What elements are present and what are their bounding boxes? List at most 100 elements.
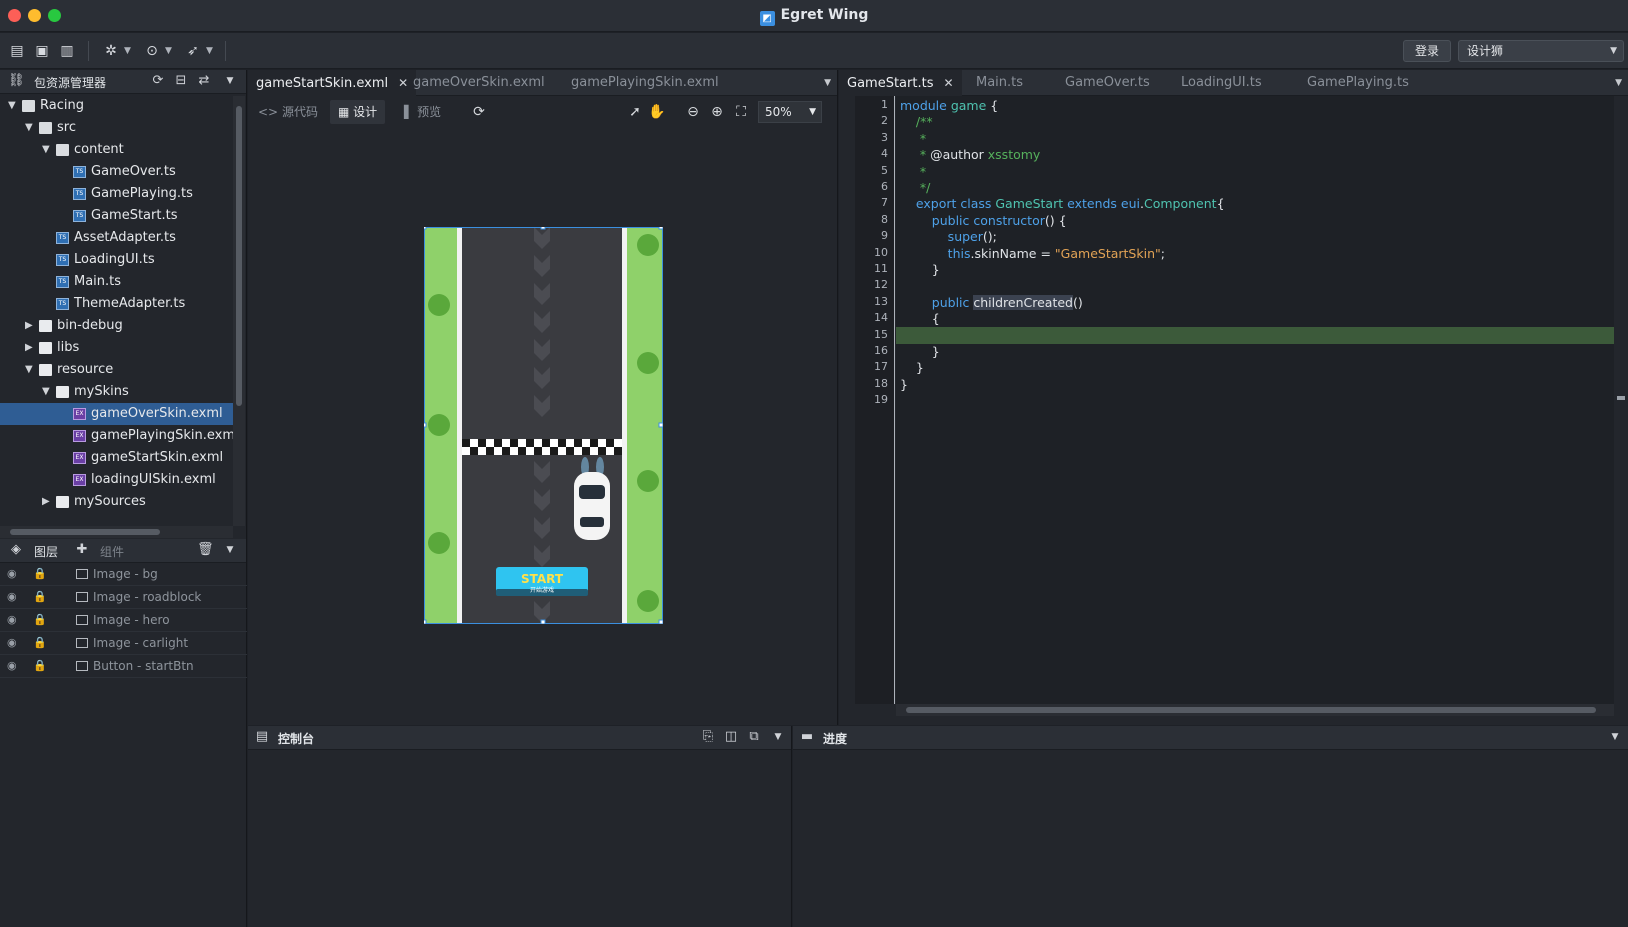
zoom-in-icon[interactable]: ⊕: [708, 103, 726, 121]
expand-arrow-icon[interactable]: ▼: [8, 96, 20, 117]
login-button[interactable]: 登录: [1403, 40, 1451, 62]
visibility-eye-icon[interactable]: ◉: [7, 655, 17, 677]
collapse-arrow-icon[interactable]: ▶: [25, 315, 37, 337]
publish-dropdown-caret[interactable]: ▼: [206, 42, 213, 60]
panel-menu-caret[interactable]: ▼: [222, 73, 238, 89]
publish-icon[interactable]: ➶: [184, 42, 202, 60]
tree-item[interactable]: EX gamePlayingSkin.exml: [0, 425, 233, 447]
layer-item[interactable]: ◉ 🔒 Button - startBtn: [0, 655, 247, 678]
clear-console-icon[interactable]: ⎘: [700, 729, 716, 745]
tree-item[interactable]: EX gameStartSkin.exml: [0, 447, 233, 469]
save-all-icon[interactable]: ▥: [58, 42, 76, 60]
lock-icon[interactable]: 🔒: [33, 655, 47, 677]
visibility-eye-icon[interactable]: ◉: [7, 632, 17, 654]
code-text[interactable]: module game { /** * * @author xsstomy * …: [896, 96, 1614, 704]
tab-list-caret[interactable]: ▼: [1615, 70, 1622, 96]
trash-icon[interactable]: 🗑: [197, 542, 214, 558]
tree-vertical-scrollbar[interactable]: [233, 96, 245, 526]
refresh-icon[interactable]: ⟳: [150, 73, 166, 89]
panel-menu-caret[interactable]: ▼: [222, 542, 238, 558]
code-vertical-scrollbar[interactable]: [1614, 96, 1628, 704]
expand-arrow-icon[interactable]: ▼: [25, 117, 37, 139]
scrollbar-thumb[interactable]: [236, 106, 242, 406]
expand-arrow-icon[interactable]: ▼: [25, 359, 37, 381]
link-editor-icon[interactable]: ⇄: [196, 73, 212, 89]
hand-pan-icon[interactable]: ✋: [648, 103, 666, 121]
collapse-arrow-icon[interactable]: ▶: [25, 337, 37, 359]
tab-main-ts[interactable]: Main.ts: [968, 70, 1031, 96]
profile-select[interactable]: 设计狮 ▼: [1458, 40, 1624, 62]
run-icon[interactable]: ⊙: [143, 42, 161, 60]
collapse-all-icon[interactable]: ⊟: [173, 73, 189, 89]
tree-item[interactable]: ▼ src: [0, 117, 233, 139]
select-pointer-icon[interactable]: ➚: [626, 103, 644, 121]
tab-gameplayingskin[interactable]: gamePlayingSkin.exml: [563, 70, 727, 96]
design-mode-button[interactable]: ▦ 设计: [330, 100, 386, 124]
tree-item[interactable]: ▶ libs: [0, 337, 233, 359]
tree-item[interactable]: ▼ resource: [0, 359, 233, 381]
panel-menu-caret[interactable]: ▼: [770, 729, 786, 745]
layer-item[interactable]: ◉ 🔒 Image - roadblock: [0, 586, 247, 609]
scrollbar-thumb[interactable]: [10, 529, 160, 535]
tab-components[interactable]: 组件: [100, 543, 124, 560]
visibility-eye-icon[interactable]: ◉: [7, 609, 17, 631]
tab-gameover-ts[interactable]: GameOver.ts: [1057, 70, 1158, 96]
tab-gamestartskin[interactable]: gameStartSkin.exml ✕: [248, 70, 417, 96]
tab-gameplaying-ts[interactable]: GamePlaying.ts: [1299, 70, 1417, 96]
display-console-icon[interactable]: ⧉: [746, 729, 762, 745]
tree-item[interactable]: TS ThemeAdapter.ts: [0, 293, 233, 315]
tree-item[interactable]: EX gameOverSkin.exml: [0, 403, 233, 425]
lock-icon[interactable]: 🔒: [33, 609, 47, 631]
tree-item[interactable]: TS GameOver.ts: [0, 161, 233, 183]
scrollbar-thumb[interactable]: [906, 707, 1596, 713]
tree-item[interactable]: ▼ mySkins: [0, 381, 233, 403]
tree-item[interactable]: TS LoadingUI.ts: [0, 249, 233, 271]
expand-arrow-icon[interactable]: ▼: [42, 381, 54, 403]
zoom-out-icon[interactable]: ⊖: [684, 103, 702, 121]
tree-item[interactable]: ▶ mySources: [0, 491, 233, 513]
skin-canvas[interactable]: START 开始游戏: [424, 227, 663, 624]
layer-item[interactable]: ◉ 🔒 Image - hero: [0, 609, 247, 632]
visibility-eye-icon[interactable]: ◉: [7, 586, 17, 608]
run-dropdown-caret[interactable]: ▼: [165, 42, 172, 60]
pin-console-icon[interactable]: ◫: [723, 729, 739, 745]
visibility-eye-icon[interactable]: ◉: [7, 563, 17, 585]
collapse-arrow-icon[interactable]: ▶: [42, 491, 54, 513]
save-icon[interactable]: ▣: [33, 42, 51, 60]
tree-horizontal-scrollbar[interactable]: [0, 526, 233, 538]
tree-item[interactable]: TS GameStart.ts: [0, 205, 233, 227]
layer-item[interactable]: ◉ 🔒 Image - bg: [0, 563, 247, 586]
tree-item[interactable]: TS Main.ts: [0, 271, 233, 293]
zoom-select[interactable]: 50% ▼: [758, 101, 822, 123]
tree-item[interactable]: ▼ Racing: [0, 96, 233, 117]
tab-list-caret[interactable]: ▼: [824, 70, 831, 96]
expand-arrow-icon[interactable]: ▼: [42, 139, 54, 161]
start-button[interactable]: START 开始游戏: [496, 567, 588, 596]
source-mode-button[interactable]: <> 源代码: [250, 100, 326, 124]
lock-icon[interactable]: 🔒: [33, 563, 47, 585]
tab-gamestart-ts[interactable]: GameStart.ts ✕: [839, 70, 962, 96]
debug-icon[interactable]: ✲: [102, 42, 120, 60]
tab-gameoverskin[interactable]: gameOverSkin.exml: [405, 70, 553, 96]
tree-item[interactable]: TS GamePlaying.ts: [0, 183, 233, 205]
preview-mode-button[interactable]: ▌ 预览: [396, 100, 449, 124]
refresh-icon[interactable]: ⟳: [470, 103, 488, 121]
tree-item[interactable]: ▶ bin-debug: [0, 315, 233, 337]
tree-item[interactable]: TS AssetAdapter.ts: [0, 227, 233, 249]
code-horizontal-scrollbar[interactable]: [896, 704, 1614, 716]
debug-dropdown-caret[interactable]: ▼: [124, 42, 131, 60]
layer-item[interactable]: ◉ 🔒 Image - carlight: [0, 632, 247, 655]
open-folder-icon[interactable]: ▤: [8, 42, 26, 60]
tab-layers[interactable]: 图层: [34, 543, 58, 560]
tree-item[interactable]: EX loadingUISkin.exml: [0, 469, 233, 491]
tab-loadingui-ts[interactable]: LoadingUI.ts: [1173, 70, 1270, 96]
fit-screen-icon[interactable]: ⛶: [732, 103, 750, 121]
close-icon[interactable]: ✕: [943, 76, 953, 90]
panel-menu-caret[interactable]: ▼: [1607, 729, 1623, 745]
code-line: }: [900, 261, 940, 278]
lock-icon[interactable]: 🔒: [33, 586, 47, 608]
lock-icon[interactable]: 🔒: [33, 632, 47, 654]
console-panel-title[interactable]: 控制台: [278, 730, 314, 747]
tree-item[interactable]: ▼ content: [0, 139, 233, 161]
progress-panel-title[interactable]: 进度: [823, 730, 847, 747]
